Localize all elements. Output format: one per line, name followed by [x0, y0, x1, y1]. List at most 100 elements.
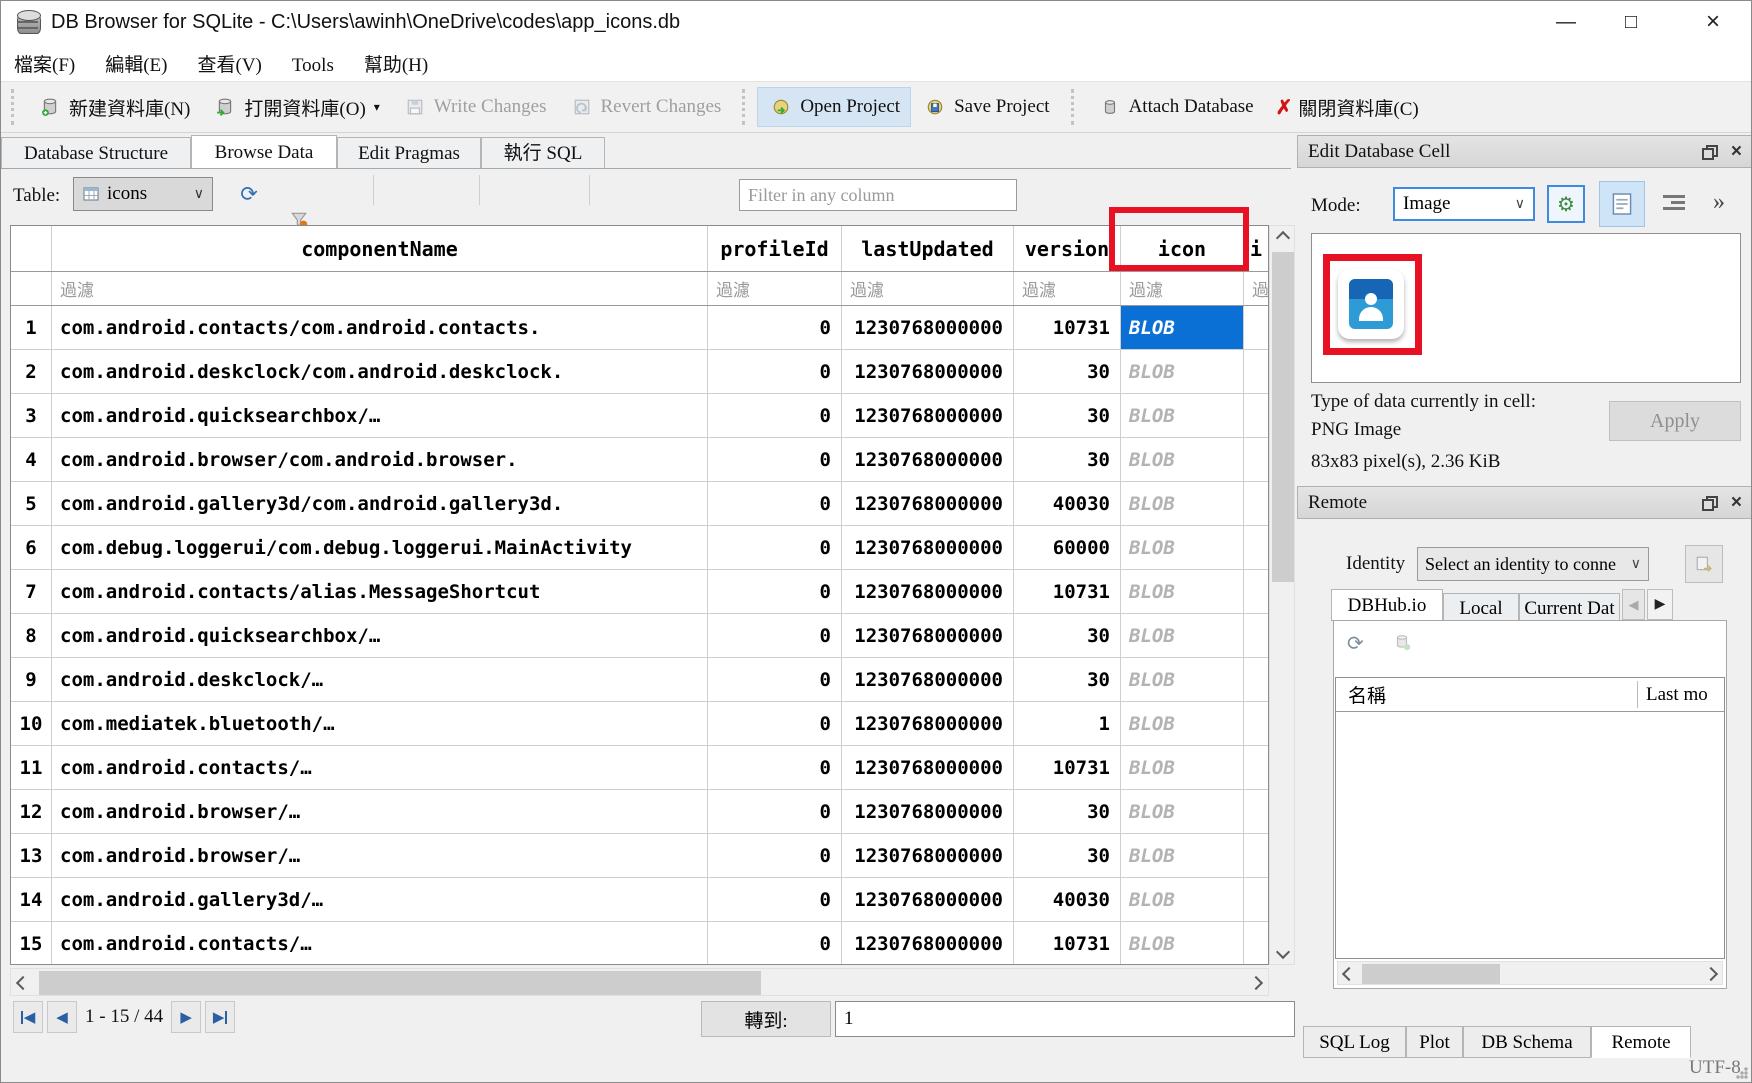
cell-icon-blob[interactable]: BLOB — [1121, 746, 1244, 789]
refresh-table-icon[interactable]: ⟳ — [236, 181, 262, 207]
cell-icon-blob[interactable]: BLOB — [1121, 350, 1244, 393]
tab-edit-pragmas[interactable]: Edit Pragmas — [337, 137, 481, 168]
tab-execute-sql[interactable]: 執行 SQL — [481, 137, 605, 168]
tab-local[interactable]: Local — [1443, 593, 1519, 622]
cell-icon-blob[interactable]: BLOB — [1121, 482, 1244, 525]
row-number[interactable]: 5 — [11, 482, 52, 525]
write-changes-button[interactable]: Write Changes — [391, 87, 558, 127]
cell-componentName[interactable]: com.android.gallery3d/… — [52, 878, 708, 921]
cell-partial[interactable] — [1244, 482, 1268, 525]
open-database-dropdown-arrow[interactable]: ▾ — [374, 100, 380, 115]
cell-icon-blob[interactable]: BLOB — [1121, 702, 1244, 745]
row-number[interactable]: 10 — [11, 702, 52, 745]
row-number[interactable]: 7 — [11, 570, 52, 613]
table-selector-combo[interactable]: icons ∨ — [73, 177, 213, 211]
tab-current-database[interactable]: Current Dat — [1519, 593, 1620, 622]
cell-componentName[interactable]: com.android.deskclock/… — [52, 658, 708, 701]
column-header-partial[interactable]: i — [1244, 226, 1268, 271]
cell-profileId[interactable]: 0 — [708, 394, 842, 437]
cell-partial[interactable] — [1244, 922, 1268, 965]
cell-componentName[interactable]: com.android.quicksearchbox/… — [52, 394, 708, 437]
apply-button[interactable]: Apply — [1609, 401, 1741, 441]
import-data-button[interactable]: ⚙ — [1547, 185, 1585, 223]
previous-page-button[interactable]: ◀ — [47, 1001, 77, 1033]
save-project-button[interactable]: Save Project — [911, 87, 1061, 127]
row-number[interactable]: 14 — [11, 878, 52, 921]
cell-partial[interactable] — [1244, 702, 1268, 745]
row-number[interactable]: 13 — [11, 834, 52, 877]
cell-partial[interactable] — [1244, 438, 1268, 481]
cell-profileId[interactable]: 0 — [708, 482, 842, 525]
cell-lastUpdated[interactable]: 1230768000000 — [842, 306, 1014, 349]
row-number[interactable]: 3 — [11, 394, 52, 437]
cell-componentName[interactable]: com.android.browser/… — [52, 834, 708, 877]
cell-version[interactable]: 30 — [1014, 438, 1121, 481]
cell-partial[interactable] — [1244, 790, 1268, 833]
cell-profileId[interactable]: 0 — [708, 878, 842, 921]
encoding-status[interactable]: UTF-8 — [1689, 1057, 1741, 1079]
mode-combo[interactable]: Image ∨ — [1393, 187, 1535, 221]
close-panel-icon[interactable]: × — [1731, 141, 1742, 163]
cell-lastUpdated[interactable]: 1230768000000 — [842, 878, 1014, 921]
cell-profileId[interactable]: 0 — [708, 526, 842, 569]
column-header-lastUpdated[interactable]: lastUpdated — [842, 226, 1014, 271]
next-page-button[interactable]: ▶ — [171, 1001, 201, 1033]
cell-version[interactable]: 10731 — [1014, 570, 1121, 613]
new-database-button[interactable]: 新建資料庫(N) — [26, 87, 201, 128]
cell-componentName[interactable]: com.android.browser/com.android.browser. — [52, 438, 708, 481]
cell-profileId[interactable]: 0 — [708, 790, 842, 833]
remote-name-header[interactable]: 名稱 — [1336, 681, 1638, 708]
resize-grip[interactable] — [1736, 1067, 1748, 1079]
tab-plot[interactable]: Plot — [1406, 1026, 1463, 1058]
cell-icon-blob[interactable]: BLOB — [1121, 306, 1244, 349]
scroll-up-icon[interactable] — [1270, 226, 1296, 250]
row-number[interactable]: 4 — [11, 438, 52, 481]
scroll-left-icon[interactable] — [1338, 962, 1360, 986]
cell-partial[interactable] — [1244, 658, 1268, 701]
menu-tools[interactable]: Tools — [279, 50, 347, 82]
cell-componentName[interactable]: com.android.contacts/… — [52, 922, 708, 965]
cell-version[interactable]: 10731 — [1014, 922, 1121, 965]
cell-lastUpdated[interactable]: 1230768000000 — [842, 482, 1014, 525]
cell-version[interactable]: 40030 — [1014, 482, 1121, 525]
row-number[interactable]: 9 — [11, 658, 52, 701]
filter-icon[interactable]: 過濾 — [1121, 272, 1244, 305]
cell-profileId[interactable]: 0 — [708, 746, 842, 789]
column-header-icon[interactable]: icon — [1121, 226, 1244, 271]
revert-changes-button[interactable]: Revert Changes — [558, 87, 733, 127]
cell-profileId[interactable]: 0 — [708, 658, 842, 701]
cell-profileId[interactable]: 0 — [708, 922, 842, 965]
row-number[interactable]: 6 — [11, 526, 52, 569]
filter-profileId[interactable]: 過濾 — [708, 272, 842, 305]
tab-db-schema[interactable]: DB Schema — [1463, 1026, 1591, 1058]
cell-version[interactable]: 1 — [1014, 702, 1121, 745]
cell-componentName[interactable]: com.android.quicksearchbox/… — [52, 614, 708, 657]
open-database-button[interactable]: 打開資料庫(O) ▾ — [201, 87, 390, 128]
cell-icon-blob[interactable]: BLOB — [1121, 438, 1244, 481]
remote-refresh-icon[interactable]: ⟳ — [1347, 631, 1364, 656]
grid-horizontal-scrollbar[interactable] — [10, 968, 1269, 996]
cell-partial[interactable] — [1244, 394, 1268, 437]
cell-profileId[interactable]: 0 — [708, 350, 842, 393]
remote-horizontal-scrollbar[interactable] — [1337, 961, 1723, 985]
cell-lastUpdated[interactable]: 1230768000000 — [842, 922, 1014, 965]
filter-any-column-input[interactable] — [739, 179, 1017, 211]
filter-version[interactable]: 過濾 — [1014, 272, 1121, 305]
cell-lastUpdated[interactable]: 1230768000000 — [842, 658, 1014, 701]
cell-componentName[interactable]: com.android.contacts/… — [52, 746, 708, 789]
last-page-button[interactable]: ▶ — [205, 1001, 235, 1033]
cell-lastUpdated[interactable]: 1230768000000 — [842, 570, 1014, 613]
cell-lastUpdated[interactable]: 1230768000000 — [842, 438, 1014, 481]
word-wrap-icon[interactable] — [1663, 195, 1685, 213]
close-panel-icon[interactable]: × — [1731, 492, 1742, 514]
cell-version[interactable]: 30 — [1014, 350, 1121, 393]
scroll-right-icon[interactable] — [1700, 962, 1722, 986]
scroll-down-icon[interactable] — [1270, 940, 1296, 964]
cell-version[interactable]: 60000 — [1014, 526, 1121, 569]
cell-version[interactable]: 30 — [1014, 614, 1121, 657]
cell-version[interactable]: 30 — [1014, 834, 1121, 877]
tab-sql-log[interactable]: SQL Log — [1303, 1026, 1406, 1058]
float-panel-icon[interactable] — [1702, 145, 1715, 158]
goto-record-input[interactable] — [835, 1001, 1295, 1037]
cell-version[interactable]: 30 — [1014, 790, 1121, 833]
